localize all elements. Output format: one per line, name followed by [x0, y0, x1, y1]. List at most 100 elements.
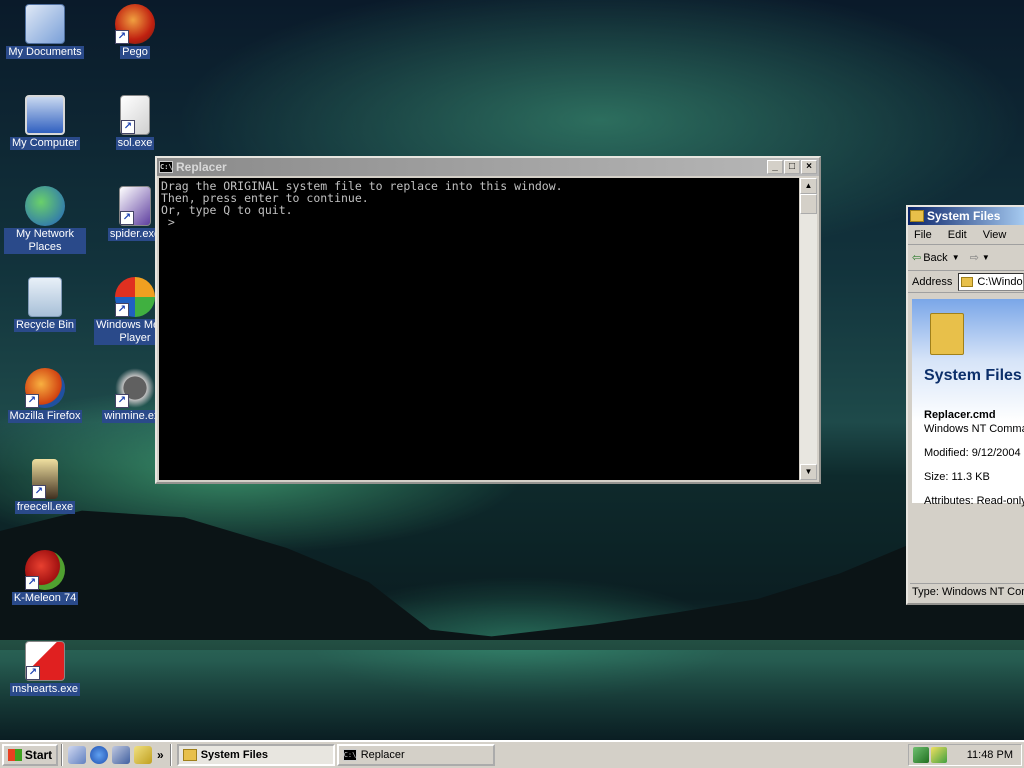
start-button[interactable]: Start	[2, 744, 58, 766]
pego-icon: ↗	[115, 4, 155, 44]
forward-arrow-icon[interactable]: ⇨	[970, 251, 979, 264]
shortcut-arrow-icon: ↗	[25, 576, 39, 590]
search-icon[interactable]	[134, 746, 152, 764]
maximize-button[interactable]: □	[784, 160, 800, 174]
desktop-icon-my-network-places[interactable]: My Network Places	[4, 186, 86, 254]
icon-label: K-Meleon 74	[11, 592, 79, 605]
console-line: Or, type Q to quit.	[161, 203, 293, 217]
window-title: Replacer	[176, 160, 227, 174]
desktop-icon-my-documents[interactable]: My Documents	[4, 4, 86, 59]
menu-file[interactable]: File	[914, 229, 932, 241]
large-folder-icon	[930, 313, 964, 355]
windows-flag-icon	[7, 749, 22, 761]
my-documents-icon	[25, 4, 65, 44]
system-tray: 11:48 PM	[908, 744, 1022, 766]
taskbar-button-replacer[interactable]: C:\ Replacer	[336, 744, 495, 766]
replacer-titlebar[interactable]: C:\ Replacer _ □ ×	[157, 158, 819, 176]
desktop-icon-sol[interactable]: ↗ sol.exe	[94, 95, 176, 150]
back-button[interactable]: Back	[923, 252, 947, 264]
task-label: System Files	[200, 749, 268, 761]
console-output[interactable]: Drag the ORIGINAL system file to replace…	[159, 178, 799, 480]
dropdown-icon[interactable]: ▼	[982, 253, 990, 262]
internet-explorer-icon[interactable]	[90, 746, 108, 764]
explorer-window[interactable]: System Files File Edit View ⇦ Back ▼ ⇨ ▼…	[906, 205, 1024, 605]
close-button[interactable]: ×	[801, 160, 817, 174]
show-desktop-icon[interactable]	[68, 746, 86, 764]
replacer-window[interactable]: C:\ Replacer _ □ × Drag the ORIGINAL sys…	[155, 156, 821, 484]
dropdown-icon[interactable]: ▼	[952, 253, 960, 262]
explorer-toolbar: ⇦ Back ▼ ⇨ ▼	[908, 245, 1024, 271]
explorer-menubar: File Edit View	[908, 225, 1024, 245]
desktop-icon-my-computer[interactable]: My Computer	[4, 95, 86, 150]
file-size: Size: 11.3 KB	[924, 471, 990, 483]
freecell-icon: ↗	[32, 459, 58, 499]
details-pane: System Files Replacer.cmd Windows NT Com…	[912, 299, 1024, 507]
solitaire-icon: ↗	[120, 95, 150, 135]
back-arrow-icon: ⇦	[912, 252, 922, 264]
taskbar-separator	[61, 744, 63, 766]
icon-label: Pego	[120, 46, 150, 59]
icon-label: My Network Places	[4, 228, 86, 254]
desktop-icon-mozilla-firefox[interactable]: ↗ Mozilla Firefox	[4, 368, 86, 423]
status-bar: Type: Windows NT Com	[910, 583, 1024, 601]
network-tray-icon[interactable]	[913, 747, 929, 763]
recycle-bin-icon	[28, 277, 62, 317]
console-prompt: >	[161, 215, 175, 229]
folder-icon	[910, 210, 924, 222]
file-type: Windows NT Comman	[924, 423, 1024, 435]
mine-icon: ↗	[115, 368, 155, 408]
firefox-icon: ↗	[25, 368, 65, 408]
start-label: Start	[24, 748, 53, 762]
tray-app-icon[interactable]	[931, 747, 947, 763]
network-icon[interactable]	[112, 746, 130, 764]
icon-label: freecell.exe	[14, 501, 76, 514]
shortcut-arrow-icon: ↗	[25, 394, 39, 408]
desktop-icon-recycle-bin[interactable]: Recycle Bin	[4, 277, 86, 332]
spider-solitaire-icon: ↗	[119, 186, 151, 226]
icon-label: Recycle Bin	[13, 319, 77, 332]
my-computer-icon	[25, 95, 65, 135]
taskbar-separator	[169, 744, 172, 766]
file-attributes: Attributes: Read-only	[924, 495, 1024, 507]
minimize-button[interactable]: _	[767, 160, 783, 174]
desktop-icon-pego[interactable]: ↗ Pego	[94, 4, 176, 59]
icon-label: My Computer	[9, 137, 81, 150]
window-title: System Files	[927, 209, 1001, 223]
icon-label: spider.exe	[107, 228, 163, 241]
desktop-icon-freecell[interactable]: ↗ freecell.exe	[4, 459, 86, 514]
icon-label: Mozilla Firefox	[7, 410, 83, 423]
scroll-thumb[interactable]	[800, 194, 817, 214]
media-player-icon: ↗	[115, 277, 155, 317]
shortcut-arrow-icon: ↗	[32, 485, 46, 499]
explorer-titlebar[interactable]: System Files	[908, 207, 1024, 225]
shortcut-arrow-icon: ↗	[115, 303, 129, 317]
shortcut-arrow-icon: ↗	[115, 394, 129, 408]
desktop-icon-k-meleon[interactable]: ↗ K-Meleon 74	[4, 550, 86, 605]
address-field[interactable]: C:\Windo	[958, 272, 1024, 291]
address-bar: Address C:\Windo	[908, 271, 1024, 293]
icon-label: My Documents	[6, 46, 84, 59]
shortcut-arrow-icon: ↗	[115, 30, 129, 44]
wallpaper-lake	[0, 640, 1024, 740]
folder-title: System Files	[924, 367, 1022, 384]
hearts-icon: ↗	[25, 641, 65, 681]
chevron-more-icon[interactable]: »	[157, 748, 164, 762]
taskbar: Start » System Files C:\ Replacer 11:48 …	[0, 740, 1024, 768]
console-scrollbar[interactable]: ▲ ▼	[800, 178, 817, 480]
shortcut-arrow-icon: ↗	[120, 211, 134, 225]
icon-label: mshearts.exe	[9, 683, 81, 696]
taskbar-button-system-files[interactable]: System Files	[176, 744, 335, 766]
scroll-up-button[interactable]: ▲	[800, 178, 817, 194]
file-name: Replacer.cmd	[924, 409, 996, 421]
command-prompt-icon: C:\	[342, 749, 357, 761]
wallpaper-mountains	[0, 510, 1024, 650]
clock[interactable]: 11:48 PM	[967, 749, 1013, 761]
address-label: Address	[912, 275, 953, 288]
folder-icon	[182, 749, 197, 761]
command-prompt-icon: C:\	[159, 161, 173, 173]
scroll-down-button[interactable]: ▼	[800, 464, 817, 480]
menu-view[interactable]: View	[983, 229, 1007, 241]
menu-edit[interactable]: Edit	[948, 229, 967, 241]
desktop-icon-mshearts[interactable]: ↗ mshearts.exe	[4, 641, 86, 696]
icon-label: sol.exe	[115, 137, 155, 150]
